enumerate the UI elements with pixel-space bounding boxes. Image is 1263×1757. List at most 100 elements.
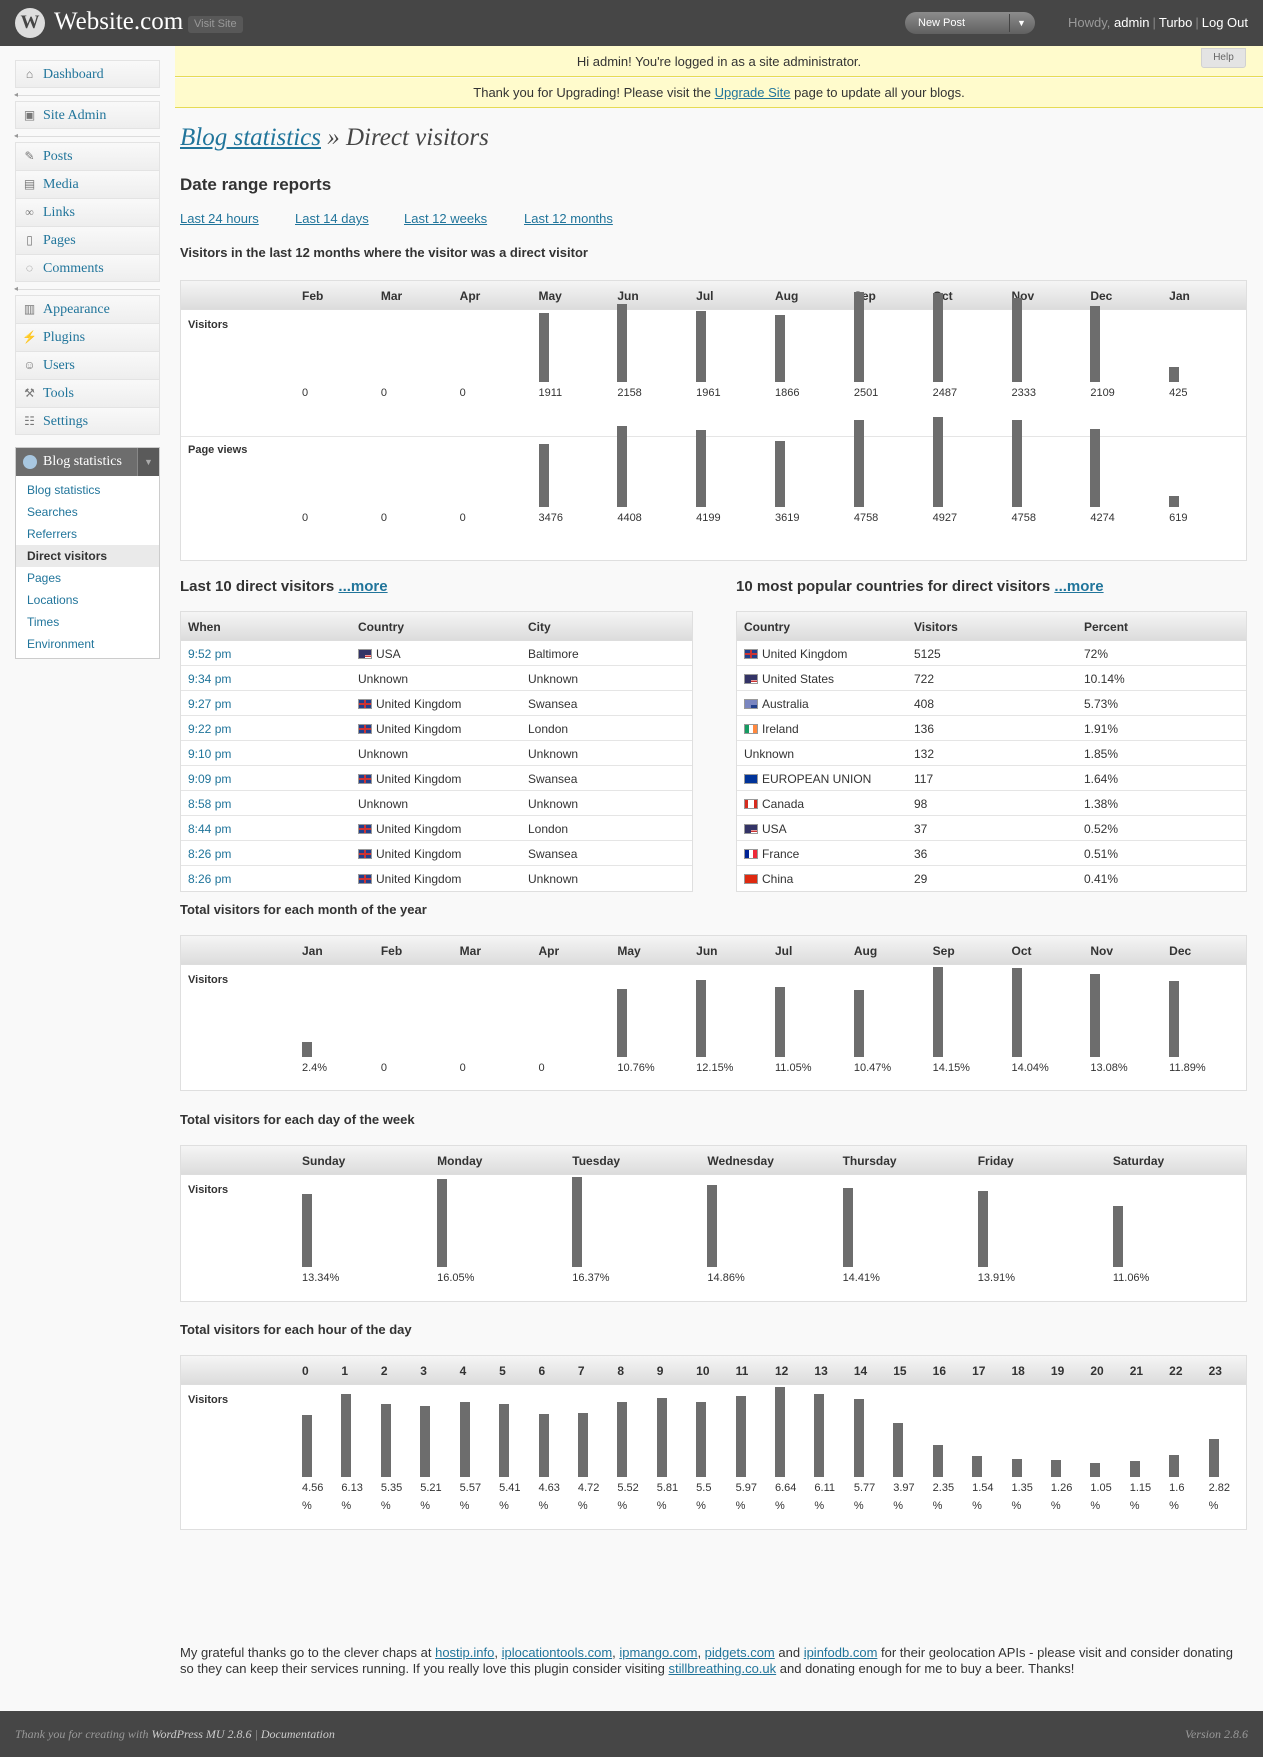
upgrade-site-link[interactable]: Upgrade Site — [715, 85, 791, 100]
country-cell: EUROPEAN UNION — [744, 772, 871, 786]
visit-time-link[interactable]: 8:26 pm — [188, 872, 231, 886]
visit-time-link[interactable]: 9:27 pm — [188, 697, 231, 711]
column-label: Saturday — [1112, 1154, 1165, 1168]
visit-time-link[interactable]: 9:09 pm — [188, 772, 231, 786]
bar — [572, 1177, 583, 1267]
new-post-label[interactable]: New Post — [918, 12, 965, 34]
visit-site-button[interactable]: Visit Site — [188, 16, 243, 33]
visitors-row-label: Visitors — [188, 319, 229, 331]
value-label: 10.47% — [853, 1062, 892, 1074]
menu-dashboard[interactable]: ⌂ Dashboard — [15, 60, 160, 88]
submenu-times[interactable]: Times — [16, 611, 159, 633]
column-label: 21 — [1129, 1364, 1144, 1378]
bar — [617, 426, 628, 507]
submenu-referrers[interactable]: Referrers — [16, 523, 159, 545]
range-last-12-months[interactable]: Last 12 months — [524, 211, 613, 226]
menu-media[interactable]: ▤ Media — [15, 170, 160, 198]
menu-links[interactable]: ∞ Links — [15, 198, 160, 226]
range-last-12-weeks[interactable]: Last 12 weeks — [404, 211, 487, 226]
wordpress-logo-icon[interactable]: W — [15, 8, 45, 38]
pidgets-link[interactable]: pidgets.com — [705, 1645, 775, 1660]
submenu-direct-visitors[interactable]: Direct visitors — [16, 545, 159, 567]
menu-blog-statistics-header[interactable]: Blog statistics ▼ — [16, 448, 159, 476]
menu-label: Plugins — [43, 330, 86, 345]
ipmango-link[interactable]: ipmango.com — [619, 1645, 697, 1660]
column-label: Apr — [538, 944, 560, 958]
bar — [1112, 1206, 1123, 1267]
value-label: 425 — [1169, 387, 1188, 399]
iplocationtools-link[interactable]: iplocationtools.com — [502, 1645, 613, 1660]
menu-settings[interactable]: ☷ Settings — [15, 407, 160, 435]
city-cell: Swansea — [528, 772, 578, 786]
value-label: 11.05% — [775, 1062, 812, 1074]
bar — [1090, 429, 1101, 507]
value-label: 5.97% — [735, 1482, 757, 1512]
menu-plugins[interactable]: ⚡ Plugins — [15, 323, 160, 351]
submenu-searches[interactable]: Searches — [16, 501, 159, 523]
visit-time-link[interactable]: 8:26 pm — [188, 847, 231, 861]
hostip-link[interactable]: hostip.info — [435, 1645, 494, 1660]
visitors-cell: 36 — [914, 847, 928, 861]
menu-appearance[interactable]: ▥ Appearance — [15, 295, 160, 323]
column-label: 4 — [459, 1364, 467, 1378]
breadcrumb-blog-statistics[interactable]: Blog statistics — [180, 124, 321, 151]
visit-time-link[interactable]: 8:44 pm — [188, 822, 231, 836]
range-last-24-hours[interactable]: Last 24 hours — [180, 211, 259, 226]
menu-comments[interactable]: ◌ Comments — [15, 254, 160, 282]
chevron-down-icon[interactable]: ▼ — [137, 448, 159, 476]
footer-version: Version 2.8.6 — [1185, 1727, 1248, 1741]
stillbreathing-link[interactable]: stillbreathing.co.uk — [668, 1661, 776, 1676]
value-label: 14.86% — [707, 1272, 745, 1284]
city-cell: London — [528, 722, 569, 736]
submenu-pages[interactable]: Pages — [16, 567, 159, 589]
table-row: Ireland 136 1.91% — [737, 716, 1246, 741]
help-button[interactable]: Help — [1201, 48, 1246, 68]
documentation-link[interactable]: Documentation — [261, 1727, 335, 1741]
table-row: USA 37 0.52% — [737, 816, 1246, 841]
column-label: Jan — [302, 944, 323, 958]
table-row: 8:58 pm Unknown Unknown — [181, 791, 692, 816]
pageviews-row-label: Page views — [188, 444, 248, 456]
new-post-button[interactable]: New Post ▼ — [905, 12, 1035, 34]
submenu-environment[interactable]: Environment — [16, 633, 159, 655]
bar — [341, 1394, 352, 1477]
bar — [1169, 981, 1180, 1057]
chevron-down-icon[interactable]: ▼ — [1017, 12, 1026, 34]
bar — [1129, 1461, 1140, 1477]
hour-of-day-chart: Visitors 0 1 2 3 4 5 6 7 8 9 10 11 12 13 14 15 16 17 18 19 2… — [180, 1355, 1247, 1530]
site-title[interactable]: Website.com — [54, 8, 183, 36]
last-visitors-more-link[interactable]: ...more — [338, 578, 387, 595]
bar — [1011, 968, 1022, 1057]
bar — [1169, 1455, 1180, 1477]
ipinfodb-link[interactable]: ipinfodb.com — [804, 1645, 878, 1660]
column-label: 13 — [814, 1364, 828, 1378]
value-label: 4.56% — [302, 1482, 324, 1512]
visit-time-link[interactable]: 9:34 pm — [188, 672, 231, 686]
value-label: 3.97% — [893, 1482, 915, 1512]
countries-more-link[interactable]: ...more — [1054, 578, 1103, 595]
bar — [538, 1414, 549, 1477]
bar — [775, 1387, 785, 1477]
footer-credits: Thank you for creating with WordPress MU… — [15, 1727, 335, 1741]
bar — [617, 989, 628, 1057]
wordpress-mu-link[interactable]: WordPress MU 2.8.6 — [152, 1727, 252, 1741]
menu-tools[interactable]: ⚒ Tools — [15, 379, 160, 407]
logout-link[interactable]: Log Out — [1202, 15, 1248, 30]
menu-pages[interactable]: ▯ Pages — [15, 226, 160, 254]
visit-time-link[interactable]: 9:52 pm — [188, 647, 231, 661]
menu-posts[interactable]: ✎ Posts — [15, 142, 160, 170]
menu-site-admin[interactable]: ▣ Site Admin — [15, 101, 160, 129]
menu-label: Blog statistics — [43, 454, 122, 469]
range-last-14-days[interactable]: Last 14 days — [295, 211, 369, 226]
submenu-blog-statistics[interactable]: Blog statistics — [16, 479, 159, 501]
visit-time-link[interactable]: 8:58 pm — [188, 797, 231, 811]
bar — [775, 441, 785, 507]
turbo-link[interactable]: Turbo — [1159, 15, 1192, 30]
column-label: 3 — [420, 1364, 427, 1378]
visit-time-link[interactable]: 9:10 pm — [188, 747, 231, 761]
submenu-locations[interactable]: Locations — [16, 589, 159, 611]
flag-ie-icon — [744, 724, 758, 734]
username-link[interactable]: admin — [1114, 15, 1149, 30]
menu-users[interactable]: ☺ Users — [15, 351, 160, 379]
visit-time-link[interactable]: 9:22 pm — [188, 722, 231, 736]
